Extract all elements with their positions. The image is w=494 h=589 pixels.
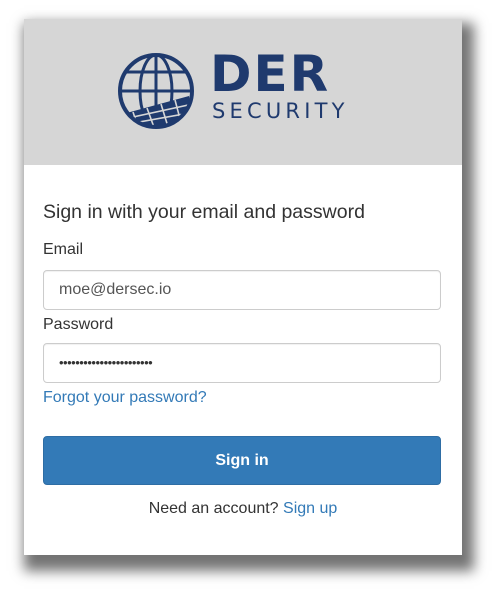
page-title: Sign in with your email and password <box>43 201 365 223</box>
signup-prompt: Need an account? Sign up <box>24 499 462 519</box>
globe-logo-icon <box>118 53 194 129</box>
sign-in-card: DER SECURITY Sign in with your email and… <box>24 19 462 555</box>
sign-in-button[interactable]: Sign in <box>43 436 441 485</box>
sign-up-link[interactable]: Sign up <box>283 500 337 517</box>
forgot-password-link[interactable]: Forgot your password? <box>43 388 207 408</box>
email-value: moe@dersec.io <box>59 281 172 298</box>
signup-prompt-text: Need an account? <box>148 500 279 517</box>
email-label: Email <box>43 241 84 258</box>
brand-wordmark: DER <box>210 45 331 103</box>
brand-subword: SECURITY <box>212 99 349 123</box>
email-field[interactable]: moe@dersec.io <box>43 270 441 310</box>
brand-banner: DER SECURITY <box>24 19 462 165</box>
password-label: Password <box>43 316 114 333</box>
password-value: ••••••••••••••••••••••• <box>59 355 153 370</box>
password-field[interactable]: ••••••••••••••••••••••• <box>43 343 441 383</box>
